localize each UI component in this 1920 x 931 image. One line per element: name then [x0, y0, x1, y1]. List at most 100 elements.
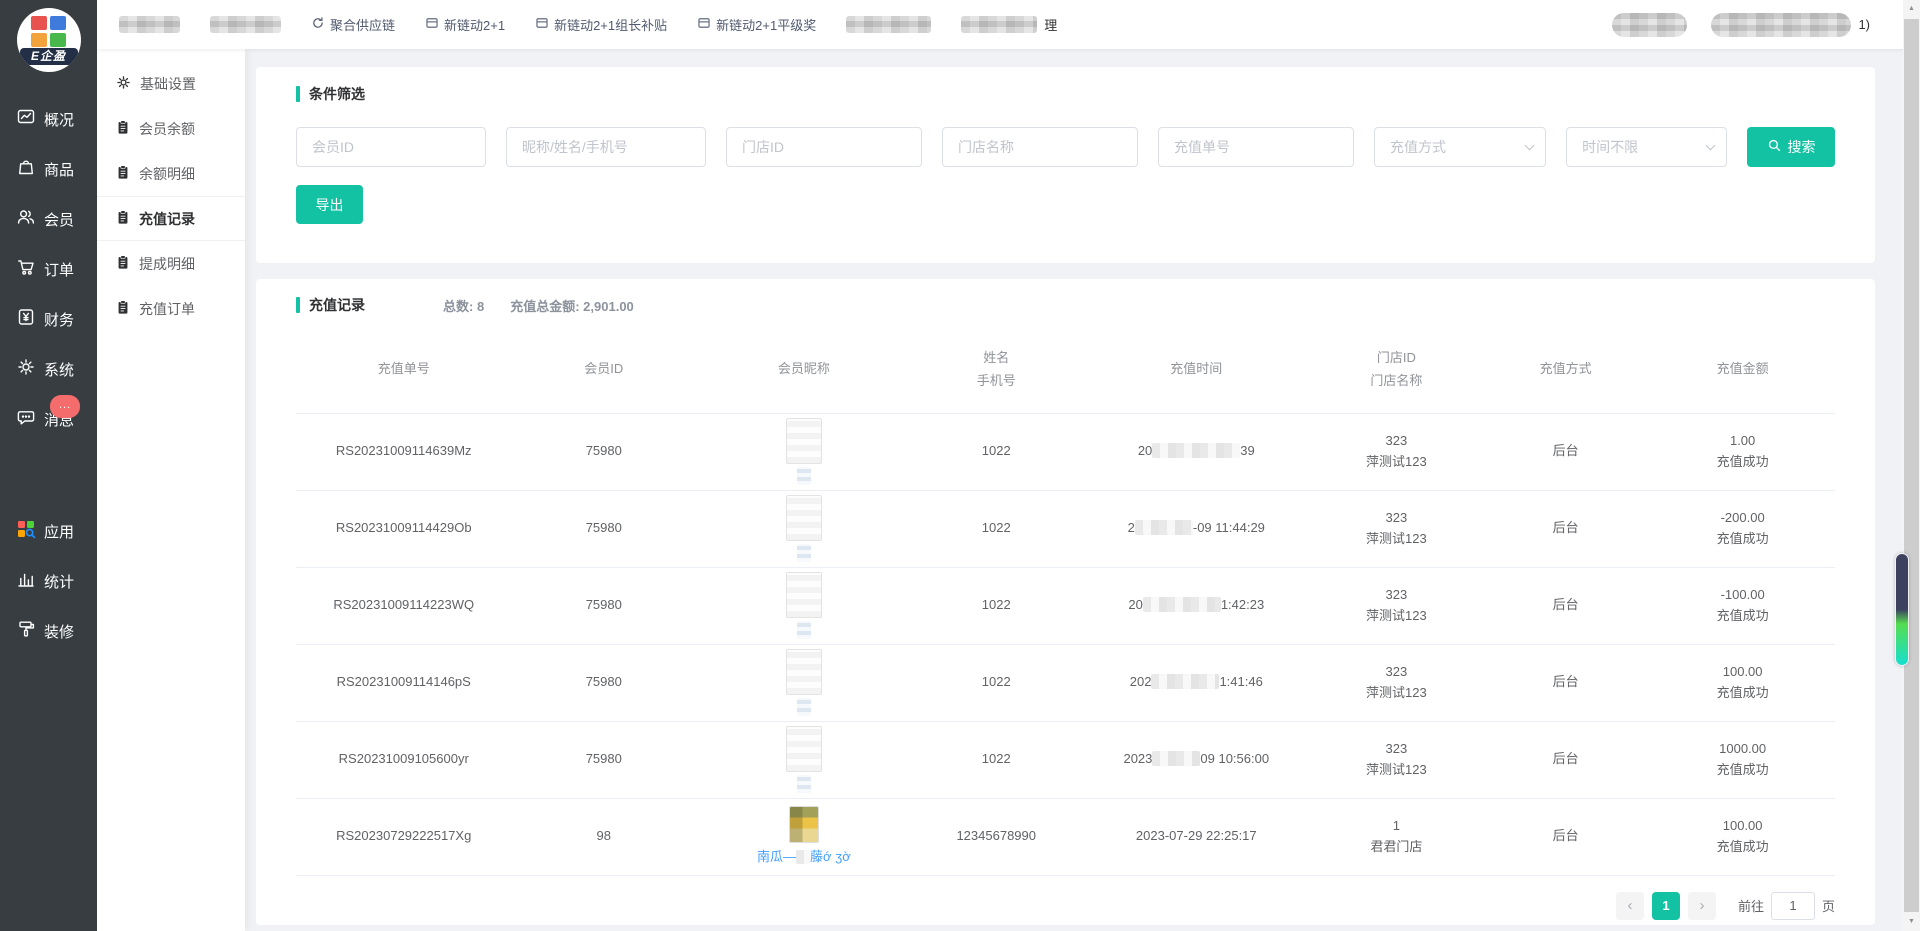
- member-nickname-cell: [696, 567, 911, 644]
- next-page-button[interactable]: ›: [1688, 892, 1716, 920]
- search-button[interactable]: 搜索: [1747, 127, 1835, 167]
- store-id: 323: [1312, 585, 1481, 606]
- records-section-title: 充值记录: [296, 295, 365, 315]
- table-row: RS20231009114146pS7598010222021:41:46323…: [296, 644, 1835, 721]
- store-cell: 1君君门店: [1312, 798, 1481, 875]
- topnav-tab-label: 新链动2+1平级奖: [716, 15, 816, 34]
- time-text: -09 11:44:29: [1193, 520, 1265, 535]
- member-avatar-blurred[interactable]: [786, 572, 822, 618]
- clipboard-icon: [116, 210, 130, 228]
- submenu-item-recharge-orders[interactable]: 充值订单: [97, 286, 245, 331]
- column-header: 会员ID: [511, 331, 696, 413]
- current-page-button[interactable]: 1: [1652, 892, 1680, 920]
- scroll-indicator-pill[interactable]: [1895, 553, 1909, 666]
- method-cell: 后台: [1481, 490, 1650, 567]
- sidebar-item-label: 财务: [44, 309, 74, 330]
- time-text: 2023-07-29 22:25:17: [1136, 828, 1257, 843]
- sidebar-item-goods[interactable]: 商品: [0, 144, 97, 194]
- member-nickname-link[interactable]: 南瓜—藤ớ ʒờ: [696, 847, 911, 868]
- records-title-text: 充值记录: [309, 295, 365, 315]
- nickname-name-phone-input[interactable]: [506, 127, 706, 167]
- select-value: 充值方式: [1390, 137, 1446, 157]
- time-range-select[interactable]: 时间不限: [1566, 127, 1727, 167]
- submenu-item-basic-settings[interactable]: 基础设置: [97, 61, 245, 106]
- order-no-cell: RS20230729222517Xg: [296, 798, 511, 875]
- submenu-item-label: 基础设置: [140, 74, 196, 94]
- blurred-text-block: [1612, 13, 1687, 37]
- submenu-item-recharge-records[interactable]: 充值记录: [97, 196, 245, 241]
- column-header: 充值金额: [1650, 331, 1835, 413]
- member-avatar-blurred[interactable]: [786, 495, 822, 541]
- sidebar-item-overview[interactable]: 概况: [0, 94, 97, 144]
- window-scrollbar[interactable]: ▲ ▼: [1903, 0, 1920, 931]
- store-cell: 323萍测试123: [1312, 413, 1481, 490]
- section-accent-bar: [296, 297, 300, 313]
- nickname-text: 藤ớ ʒờ: [810, 849, 851, 864]
- amount-status: 充值成功: [1650, 452, 1835, 473]
- column-header-line: 充值金额: [1650, 358, 1835, 381]
- amount-status: 充值成功: [1650, 837, 1835, 858]
- clipboard-icon: [116, 165, 130, 183]
- sidebar-item-stats[interactable]: 统计: [0, 556, 97, 606]
- scroll-down-arrow-icon[interactable]: ▼: [1903, 914, 1920, 930]
- store-id-input[interactable]: [726, 127, 922, 167]
- user-menu-blurred[interactable]: 1): [1711, 13, 1870, 37]
- sidebar-item-order[interactable]: 订单: [0, 244, 97, 294]
- prev-page-button[interactable]: ‹: [1616, 892, 1644, 920]
- topnav-tab-3[interactable]: 新链动2+1: [425, 15, 505, 34]
- submenu-item-balance-detail[interactable]: 余额明细: [97, 151, 245, 196]
- amount-value: -200.00: [1650, 508, 1835, 529]
- topnav-tab-4[interactable]: 新链动2+1组长补贴: [535, 15, 667, 34]
- member-avatar[interactable]: [789, 806, 819, 843]
- recharge-time-cell: 2021:41:46: [1081, 644, 1312, 721]
- submenu-item-member-balance[interactable]: 会员余额: [97, 106, 245, 151]
- goto-page-input[interactable]: [1771, 892, 1815, 920]
- store-cell: 323萍测试123: [1312, 490, 1481, 567]
- user-menu-suffix: 1): [1858, 17, 1870, 32]
- member-avatar-blurred[interactable]: [786, 649, 822, 695]
- sidebar-item-message[interactable]: 消息...: [0, 394, 97, 444]
- topnav-tab-label: 聚合供应链: [330, 15, 395, 34]
- sidebar-item-apps[interactable]: 应用: [0, 506, 97, 556]
- topnav-blurred-tab[interactable]: 理: [961, 15, 1057, 34]
- primary-menu: 概况商品会员订单财务系统消息... 应用统计装修: [0, 94, 97, 656]
- store-name: 萍测试123: [1312, 683, 1481, 704]
- submenu-item-commission-detail[interactable]: 提成明细: [97, 241, 245, 286]
- recharge-no-input[interactable]: [1158, 127, 1354, 167]
- time-text: 2023: [1123, 751, 1152, 766]
- member-id-input[interactable]: [296, 127, 486, 167]
- method-cell: 后台: [1481, 644, 1650, 721]
- recharge-method-select[interactable]: 充值方式: [1374, 127, 1546, 167]
- sidebar-item-finance[interactable]: 财务: [0, 294, 97, 344]
- blurred-text-block: [1711, 13, 1851, 37]
- card-icon: [697, 16, 711, 33]
- time-text: 202: [1130, 674, 1152, 689]
- topnav-tab-2[interactable]: 聚合供应链: [311, 15, 395, 34]
- blurred-text-block: [846, 16, 931, 33]
- topnav-blurred-tab[interactable]: [119, 16, 180, 33]
- goto-label: 前往: [1738, 896, 1764, 915]
- sidebar-item-member[interactable]: 会员: [0, 194, 97, 244]
- time-text: 20: [1128, 597, 1142, 612]
- store-cell: 323萍测试123: [1312, 567, 1481, 644]
- topnav-blurred-tab[interactable]: [846, 16, 931, 33]
- refresh-icon: [311, 16, 325, 33]
- sidebar-item-decorate[interactable]: 装修: [0, 606, 97, 656]
- topnav-tab-5[interactable]: 新链动2+1平级奖: [697, 15, 816, 34]
- table-row: RS20231009114429Ob7598010222-09 11:44:29…: [296, 490, 1835, 567]
- column-header-line: 充值时间: [1081, 358, 1312, 381]
- member-avatar-blurred[interactable]: [786, 726, 822, 772]
- store-name-input[interactable]: [942, 127, 1138, 167]
- user-menu-blurred[interactable]: [1612, 13, 1687, 37]
- sidebar-item-label: 商品: [44, 159, 74, 180]
- topnav-blurred-tab[interactable]: [210, 16, 281, 33]
- member-avatar-blurred[interactable]: [786, 418, 822, 464]
- scroll-up-arrow-icon[interactable]: ▲: [1903, 1, 1920, 17]
- method-cell: 后台: [1481, 721, 1650, 798]
- table-row: RS20231009114639Mz7598010222039323萍测试123…: [296, 413, 1835, 490]
- export-button[interactable]: 导出: [296, 185, 363, 224]
- sidebar-item-system[interactable]: 系统: [0, 344, 97, 394]
- order-no-cell: RS20231009114223WQ: [296, 567, 511, 644]
- app-logo[interactable]: E企盈: [17, 8, 81, 72]
- scrollbar-thumb[interactable]: [1904, 19, 1919, 912]
